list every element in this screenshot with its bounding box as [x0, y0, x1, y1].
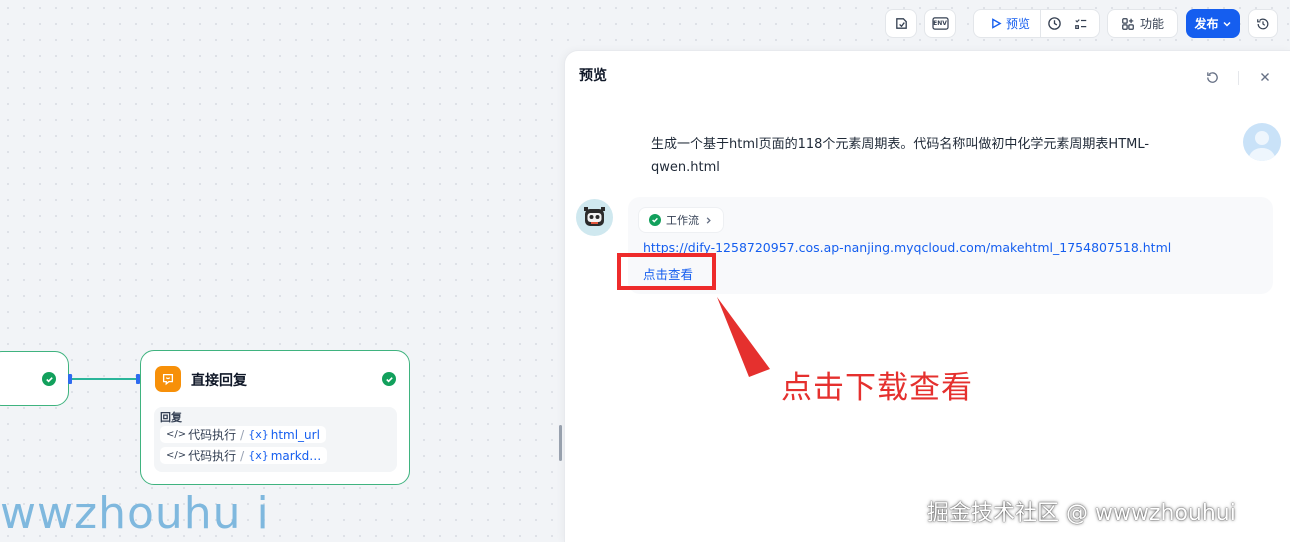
annotation-arrow: [717, 297, 770, 377]
watermark-left: wwzhouhu i: [0, 488, 270, 539]
annotation-text: 点击下载查看: [781, 370, 973, 406]
watermark-right: 掘金技术社区 @ wwwzhouhui: [927, 501, 1236, 526]
